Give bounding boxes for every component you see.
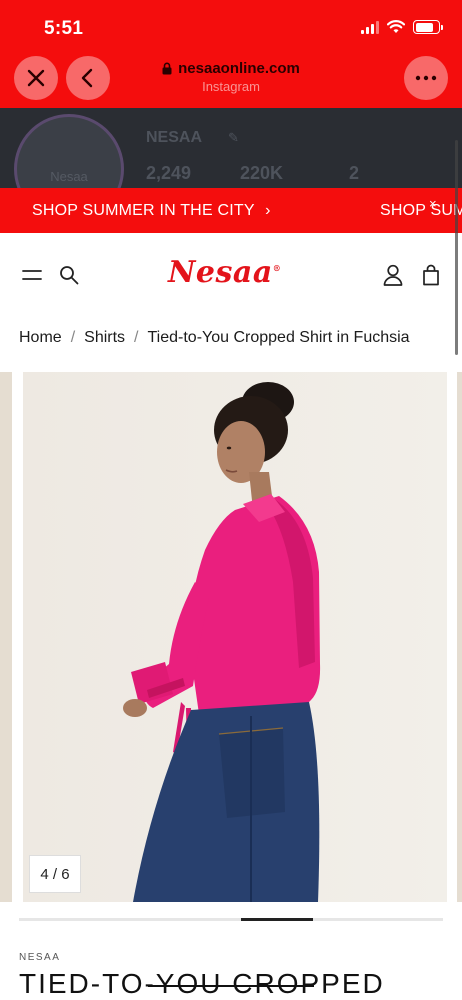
- product-gallery[interactable]: [0, 372, 462, 902]
- cart-button[interactable]: [419, 263, 443, 287]
- next-image-peek[interactable]: [457, 372, 462, 902]
- product-title: TIED-TO-YOU CROPPED: [19, 968, 385, 999]
- menu-icon: [22, 270, 42, 280]
- gallery-progress-fill: [241, 918, 313, 921]
- status-bar: 5:51: [0, 0, 462, 52]
- search-icon: [60, 266, 79, 285]
- cellular-signal-icon: [361, 20, 379, 34]
- search-button[interactable]: [57, 263, 81, 287]
- chevron-left-icon: [81, 68, 93, 88]
- product-image[interactable]: [23, 372, 447, 902]
- battery-icon: [413, 20, 443, 34]
- previous-image-peek[interactable]: [0, 372, 12, 902]
- breadcrumb-separator: /: [134, 329, 139, 346]
- profile-avatar: Nesaa: [14, 114, 124, 188]
- profile-stat-posts: 2,249: [146, 163, 192, 183]
- breadcrumb: Home / Shirts / Tied-to-You Cropped Shirt in…: [19, 329, 459, 351]
- breadcrumb-current: Tied-to-You Cropped Shirt in Fuchsia: [147, 329, 410, 346]
- title-strikethrough: [148, 985, 314, 987]
- breadcrumb-fade: [419, 329, 459, 351]
- product-brand: NESAA: [19, 952, 61, 963]
- site-header: Nesaa®: [0, 233, 462, 317]
- cart-icon: [423, 264, 439, 286]
- profile-name: NESAA: [146, 129, 203, 146]
- promo-banner: SHOP SUMMER IN THE CITY › SHOP SUM ×: [0, 188, 462, 233]
- chevron-right-icon: ›: [265, 202, 271, 219]
- edit-icon: ✎: [228, 130, 239, 145]
- instagram-profile-background: Nesaa NESAA ✎ 2,249 220K 2: [0, 108, 462, 188]
- promo-link[interactable]: SHOP SUMMER IN THE CITY ›: [32, 202, 271, 220]
- model-photo: [23, 372, 447, 902]
- promo-link-next[interactable]: SHOP SUM: [380, 202, 462, 220]
- page-scrollbar[interactable]: [455, 140, 458, 355]
- logo-text: Nesaa: [168, 255, 273, 290]
- url-display[interactable]: nesaaonline.com Instagram: [120, 60, 342, 94]
- brand-logo[interactable]: Nesaa®: [168, 255, 281, 290]
- gallery-progress-track: [19, 918, 443, 921]
- profile-stat-following: 2: [349, 163, 360, 183]
- promo-text: SHOP SUMMER IN THE CITY: [32, 202, 255, 219]
- status-time: 5:51: [44, 18, 84, 39]
- logo-registered-mark: ®: [272, 263, 282, 273]
- close-icon: [27, 69, 45, 87]
- in-app-browser-bar: nesaaonline.com Instagram: [0, 52, 462, 108]
- wifi-icon: [387, 20, 405, 33]
- more-options-button[interactable]: [404, 56, 448, 100]
- breadcrumb-home[interactable]: Home: [19, 329, 62, 346]
- account-button[interactable]: [381, 263, 405, 287]
- close-promo-icon[interactable]: ×: [429, 196, 437, 211]
- breadcrumb-shirts[interactable]: Shirts: [84, 329, 125, 346]
- image-counter: 4 / 6: [29, 855, 81, 893]
- url-domain: nesaaonline.com: [178, 60, 300, 77]
- profile-stat-followers: 220K: [240, 163, 284, 183]
- url-source: Instagram: [202, 79, 260, 94]
- lock-icon: [162, 62, 172, 75]
- breadcrumb-separator: /: [70, 329, 76, 346]
- more-icon: [415, 75, 437, 81]
- close-browser-button[interactable]: [14, 56, 58, 100]
- avatar-text: Nesaa: [50, 169, 88, 184]
- back-button[interactable]: [66, 56, 110, 100]
- menu-button[interactable]: [20, 263, 44, 287]
- status-icons: [361, 20, 443, 34]
- battery-level: [415, 22, 434, 32]
- account-icon: [383, 264, 403, 286]
